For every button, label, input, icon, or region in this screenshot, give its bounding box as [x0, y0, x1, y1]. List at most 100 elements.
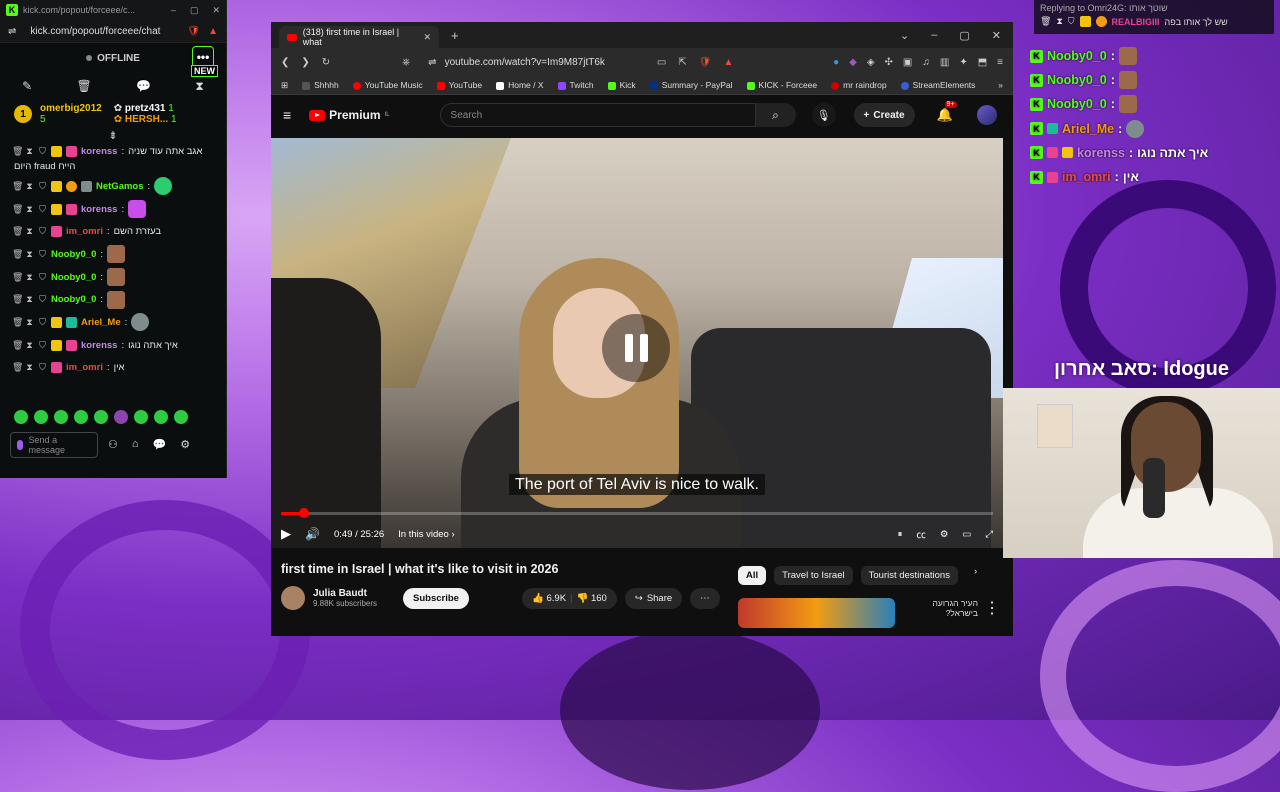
- extension-icon[interactable]: ◆: [849, 57, 857, 68]
- emote-icon[interactable]: [14, 410, 28, 424]
- bookmark-item[interactable]: mr raindrop: [831, 80, 887, 90]
- gifter-name[interactable]: omerbig2012: [40, 103, 102, 114]
- bookmark-item[interactable]: KICK - Forceee: [746, 80, 817, 90]
- hamburger-menu-icon[interactable]: ≡: [283, 107, 291, 123]
- username[interactable]: korenss: [81, 146, 117, 157]
- username[interactable]: korenss: [81, 340, 117, 351]
- hourglass-icon[interactable]: ⧗: [25, 181, 34, 192]
- store-icon[interactable]: ⌂: [132, 438, 139, 451]
- close-icon[interactable]: ✕: [992, 29, 1001, 42]
- hourglass-icon[interactable]: ⧗: [25, 272, 34, 283]
- subscribe-button[interactable]: Subscribe: [403, 587, 469, 609]
- hourglass-icon[interactable]: ⧗: [195, 79, 203, 94]
- site-settings-icon[interactable]: ⇌: [8, 26, 16, 37]
- theater-mode-icon[interactable]: ▭: [962, 529, 971, 540]
- emote-icon[interactable]: [174, 410, 188, 424]
- mic-icon[interactable]: [17, 440, 23, 450]
- bookmark-icon[interactable]: ⎈: [402, 57, 410, 68]
- username[interactable]: Nooby0_0: [51, 272, 96, 283]
- emote-icon[interactable]: [114, 410, 128, 424]
- gifter-name[interactable]: pretz431: [125, 103, 166, 114]
- gear-icon[interactable]: ⚙: [180, 438, 190, 451]
- close-tab-icon[interactable]: ✕: [423, 32, 431, 43]
- tab-youtube[interactable]: (318) first time in Israel | what ✕: [279, 26, 439, 48]
- chevron-right-icon[interactable]: ›: [974, 566, 977, 585]
- dislike-button[interactable]: 👎 160: [577, 593, 607, 604]
- trash-icon[interactable]: 🗑: [12, 204, 23, 215]
- captions-icon[interactable]: ㏄: [916, 527, 926, 541]
- username[interactable]: Ariel_Me: [81, 317, 121, 328]
- username[interactable]: Nooby0_0: [51, 294, 96, 305]
- hourglass-icon[interactable]: ⧗: [25, 204, 34, 215]
- bookmark-item[interactable]: StreamElements: [900, 80, 975, 90]
- close-icon[interactable]: ✕: [212, 5, 220, 16]
- emote-icon[interactable]: [34, 410, 48, 424]
- chevron-down-icon[interactable]: ⌄: [900, 29, 909, 42]
- extension-icon[interactable]: ✦: [959, 57, 967, 68]
- volume-icon[interactable]: 🔊: [305, 527, 320, 541]
- bookmark-item[interactable]: Twitch: [557, 80, 594, 90]
- create-button[interactable]: + Create: [853, 103, 915, 127]
- address-bar[interactable]: ⇌ youtube.com/watch?v=Im9M87jtT6k: [428, 57, 605, 68]
- brave-shield-icon[interactable]: 🛡: [699, 57, 712, 68]
- emote-icon[interactable]: [134, 410, 148, 424]
- share-button[interactable]: ↪ Share: [624, 588, 683, 609]
- bookmark-item[interactable]: Summary - PayPal: [649, 80, 733, 90]
- username[interactable]: im_omri: [66, 226, 103, 237]
- apps-grid-icon[interactable]: ⊞: [281, 80, 288, 91]
- extension-icon[interactable]: ◈: [867, 57, 875, 68]
- extensions-puzzle-icon[interactable]: ✣: [885, 57, 893, 68]
- search-button[interactable]: ⌕: [755, 103, 796, 127]
- username[interactable]: korenss: [81, 204, 117, 215]
- progress-bar[interactable]: [281, 508, 993, 518]
- emote-icon[interactable]: [74, 410, 88, 424]
- chip-tourist-destinations[interactable]: Tourist destinations: [860, 566, 958, 585]
- emote-icon[interactable]: [154, 410, 168, 424]
- trash-icon[interactable]: 🗑: [12, 146, 23, 157]
- chat-bubble-icon[interactable]: 💬: [136, 79, 151, 93]
- video-thumbnail[interactable]: [738, 598, 896, 628]
- trash-icon[interactable]: 🗑: [12, 340, 23, 351]
- pin-icon[interactable]: ✎: [22, 79, 32, 93]
- trash-icon[interactable]: 🗑: [12, 272, 23, 283]
- minimize-icon[interactable]: –: [171, 5, 176, 16]
- more-vert-icon[interactable]: ⋮: [984, 598, 1000, 628]
- progress-scrubber[interactable]: [298, 508, 309, 518]
- hourglass-icon[interactable]: ⧗: [25, 317, 34, 328]
- minimize-icon[interactable]: –: [931, 29, 937, 42]
- bookmark-item[interactable]: Shhhh: [302, 80, 339, 90]
- emote-icon[interactable]: [94, 410, 108, 424]
- maximize-icon[interactable]: ▢: [190, 5, 199, 16]
- wallet-icon[interactable]: ⬒: [978, 57, 987, 68]
- brave-rewards-icon[interactable]: ▲: [723, 57, 733, 68]
- bookmark-item[interactable]: YouTube: [436, 80, 482, 90]
- collapse-chevron-icon[interactable]: ⇟: [0, 131, 226, 142]
- emote-icon[interactable]: [54, 410, 68, 424]
- channel-name[interactable]: Julia Baudt: [313, 588, 377, 599]
- video-player[interactable]: The port of Tel Aviv is nice to walk. ▶ …: [271, 138, 1003, 548]
- chip-travel-to-israel[interactable]: Travel to Israel: [774, 566, 853, 585]
- avatar[interactable]: [976, 105, 997, 125]
- channel-avatar[interactable]: [281, 586, 305, 610]
- search-input[interactable]: Search: [439, 103, 756, 127]
- more-bookmarks-icon[interactable]: »: [998, 80, 1003, 90]
- brave-rewards-icon[interactable]: ▲: [208, 26, 218, 37]
- chat-input[interactable]: Send a message: [10, 432, 98, 458]
- trash-icon[interactable]: 🗑: [12, 226, 23, 237]
- extension-icon[interactable]: ●: [833, 57, 839, 68]
- trash-icon[interactable]: 🗑: [77, 79, 92, 93]
- kick-url[interactable]: kick.com/popout/forceee/chat: [30, 26, 160, 37]
- bookmark-item[interactable]: Home / X: [496, 80, 544, 90]
- recommended-video[interactable]: העיר הגרועה בישראל? ⋮: [738, 598, 1000, 628]
- site-settings-icon[interactable]: ⇌: [428, 57, 436, 68]
- play-icon[interactable]: ▶: [281, 526, 291, 542]
- users-icon[interactable]: ⚇: [108, 438, 118, 451]
- more-actions-button[interactable]: ⋯: [690, 588, 720, 609]
- notifications-button[interactable]: 🔔 9+: [937, 101, 957, 123]
- like-button[interactable]: 👍 6.9K: [532, 593, 566, 604]
- chat-icon[interactable]: 💬: [153, 438, 167, 451]
- hourglass-icon[interactable]: ⧗: [25, 249, 34, 260]
- trash-icon[interactable]: 🗑: [12, 362, 23, 373]
- gifter-name[interactable]: HERSH...: [125, 114, 168, 125]
- username[interactable]: NetGamos: [96, 181, 144, 192]
